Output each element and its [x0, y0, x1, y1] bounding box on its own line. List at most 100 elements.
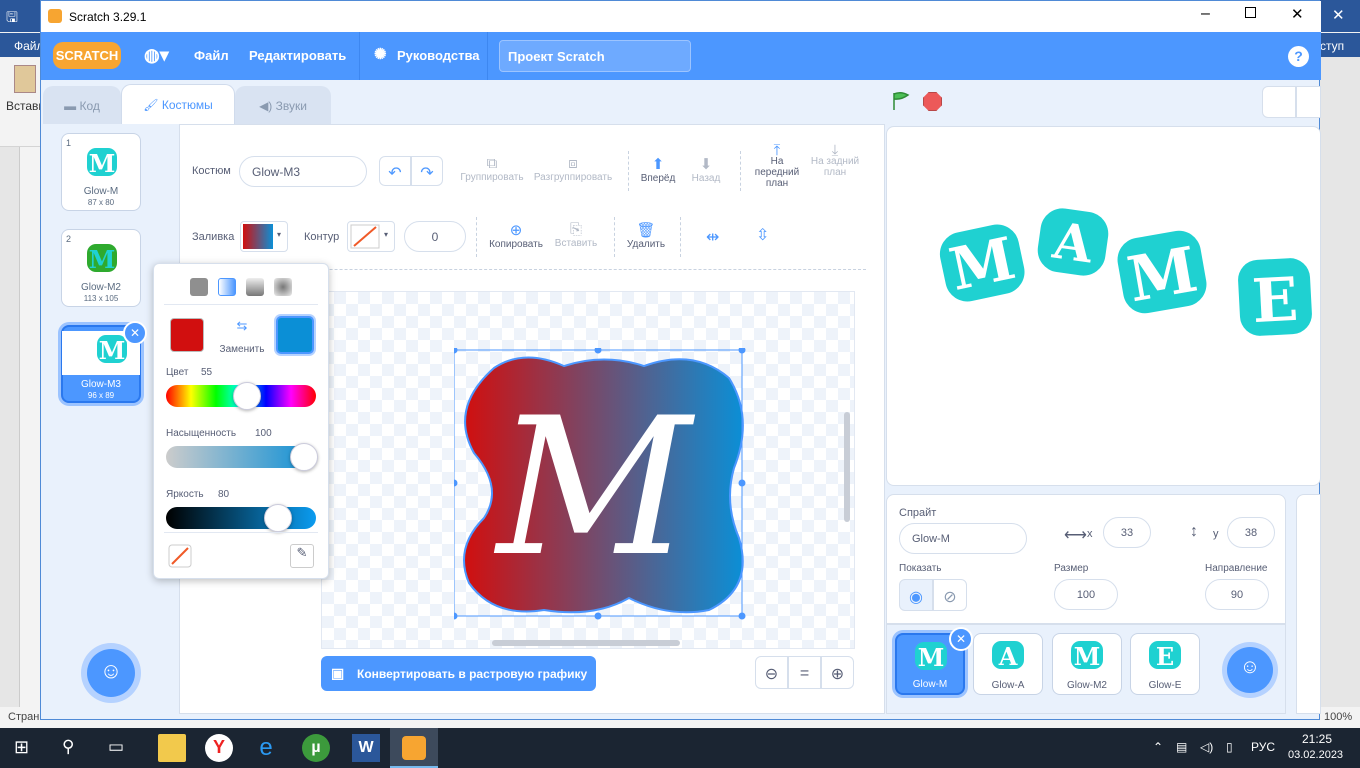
green-flag-icon[interactable] — [891, 91, 911, 111]
delete-sprite-icon[interactable]: ✕ — [949, 627, 973, 651]
battery-icon[interactable]: ▯ — [1226, 740, 1233, 754]
hide-icon[interactable]: ⊘ — [933, 579, 967, 611]
word-zoom[interactable]: 100% — [1324, 711, 1352, 723]
show-visible-icon[interactable]: ◉ — [899, 579, 933, 611]
group-button[interactable]: ⧉ Группировать — [460, 155, 524, 183]
tab-sounds[interactable]: ◀) Звуки — [235, 86, 331, 124]
outline-color-picker[interactable]: ▾ — [347, 221, 395, 252]
stop-icon[interactable] — [923, 92, 942, 111]
yandex-browser-icon[interactable]: Y — [205, 734, 233, 762]
swap-icon[interactable]: ⇆ — [216, 318, 268, 334]
vertical-scrollbar[interactable] — [844, 412, 850, 522]
utorrent-icon[interactable]: µ — [302, 734, 330, 762]
drawing-canvas[interactable]: M — [321, 291, 855, 649]
copy-button[interactable]: ⊕ Копировать — [486, 221, 546, 250]
paste-button[interactable]: ⎘ Вставить — [550, 221, 602, 249]
file-explorer-icon[interactable] — [158, 734, 186, 762]
flip-horizontal-icon[interactable]: ⇹ — [706, 227, 719, 247]
size-input[interactable]: 100 — [1054, 579, 1118, 610]
add-sprite-icon[interactable]: ☺ — [1227, 647, 1273, 693]
costume-item[interactable]: 2 M Glow-M2 113 x 105 — [61, 229, 141, 307]
menu-edit[interactable]: Редактировать — [249, 48, 346, 63]
flip-vertical-icon[interactable]: ⇳ — [756, 225, 769, 245]
help-icon[interactable]: ? — [1288, 46, 1309, 67]
no-fill-icon[interactable] — [168, 544, 192, 568]
lightbulb-icon[interactable]: ✺ — [374, 45, 387, 63]
save-icon[interactable]: 🖫 — [6, 7, 18, 31]
paste-icon[interactable] — [14, 65, 36, 93]
language-indicator[interactable]: РУС — [1251, 740, 1275, 754]
menu-file[interactable]: Файл — [194, 48, 229, 63]
edge-icon[interactable]: e — [252, 734, 280, 762]
sprite-item-selected[interactable]: M Glow-M ✕ — [895, 627, 973, 695]
menu-tutorials[interactable]: Руководства — [397, 48, 480, 63]
y-input[interactable]: 38 — [1227, 517, 1275, 548]
volume-icon[interactable]: ◁) — [1200, 740, 1213, 754]
horizontal-gradient-icon[interactable] — [218, 278, 236, 296]
convert-bitmap-button[interactable]: ▣ Конвертировать в растровую графику — [321, 656, 596, 691]
direction-input[interactable]: 90 — [1205, 579, 1269, 610]
clock-time[interactable]: 21:25 — [1302, 732, 1332, 746]
word-menu-file[interactable]: Файл — [0, 33, 44, 57]
search-icon[interactable]: ⚲ — [62, 737, 74, 757]
task-view-icon[interactable]: ▭ — [108, 737, 124, 757]
zoom-in-icon[interactable]: ⊕ — [821, 656, 854, 689]
radial-gradient-icon[interactable] — [274, 278, 292, 296]
brightness-slider[interactable] — [166, 507, 316, 529]
globe-icon[interactable]: ◍▾ — [144, 45, 169, 66]
gradient-color-1-swatch[interactable] — [170, 318, 204, 352]
costume-name-input[interactable]: Glow-M3 — [239, 156, 367, 187]
tab-code[interactable]: ▬ Код — [43, 86, 121, 124]
project-title-input[interactable]: Проект Scratch — [499, 40, 691, 72]
windows-start-icon[interactable]: ⊞ — [14, 737, 29, 758]
sprite-item[interactable]: E Glow-E — [1130, 633, 1200, 695]
delete-costume-icon[interactable]: ✕ — [123, 321, 147, 345]
add-costume-icon[interactable]: ☺ — [87, 649, 135, 697]
close-icon[interactable]: ✕ — [1332, 6, 1345, 24]
sprite-name-input[interactable]: Glow-M — [899, 523, 1027, 554]
maximize-icon[interactable] — [1245, 7, 1256, 18]
large-stage-button[interactable] — [1296, 86, 1321, 118]
front-button[interactable]: ⤒ На передний план — [752, 143, 802, 189]
clock-date[interactable]: 03.02.2023 — [1288, 749, 1343, 761]
scratch-taskbar-button[interactable] — [390, 728, 438, 768]
costume-artwork[interactable]: M — [454, 348, 754, 628]
forward-button[interactable]: ⬆ Вперёд — [638, 155, 678, 184]
word-menu-access[interactable]: ступ — [1320, 33, 1360, 57]
chevron-up-icon[interactable]: ⌃ — [1153, 740, 1163, 754]
brightness-slider-handle[interactable] — [264, 504, 292, 532]
minimize-icon[interactable]: – — [1201, 5, 1210, 23]
scratch-logo[interactable]: SCRATCH — [53, 42, 121, 69]
delete-button[interactable]: 🗑 Удалить — [624, 221, 668, 250]
window-close-icon[interactable]: ✕ — [1291, 5, 1304, 23]
stage[interactable]: M A M E — [886, 126, 1321, 486]
horizontal-scrollbar[interactable] — [492, 640, 680, 646]
back-button[interactable]: ⤓ На задний план — [810, 143, 860, 178]
costume-item[interactable]: 1 M Glow-M 87 x 80 — [61, 133, 141, 211]
small-stage-button[interactable] — [1262, 86, 1296, 118]
scratch-app-icon — [402, 736, 426, 760]
zoom-reset-button[interactable]: = — [788, 656, 821, 689]
saturation-slider-handle[interactable] — [290, 443, 318, 471]
word-icon[interactable]: W — [352, 734, 380, 762]
backward-button[interactable]: ⬇ Назад — [686, 155, 726, 184]
fill-color-picker[interactable]: ▾ — [240, 221, 288, 252]
ungroup-button[interactable]: ⧈ Разгруппировать — [532, 155, 614, 183]
zoom-out-icon[interactable]: ⊖ — [755, 656, 788, 689]
swap-label[interactable]: Заменить — [216, 344, 268, 355]
tab-costumes[interactable]: 🖌 Костюмы — [121, 84, 235, 124]
gradient-color-2-swatch[interactable] — [276, 316, 314, 354]
x-input[interactable]: 33 — [1103, 517, 1151, 548]
outline-width-input[interactable]: 0 — [404, 221, 466, 252]
undo-icon[interactable]: ↶ — [379, 156, 411, 186]
sprite-item[interactable]: M Glow-M2 — [1052, 633, 1122, 695]
vertical-gradient-icon[interactable] — [246, 278, 264, 296]
sprite-item[interactable]: A Glow-A — [973, 633, 1043, 695]
network-icon[interactable]: ▤ — [1176, 740, 1187, 754]
eyedropper-icon[interactable]: ✎ — [290, 544, 314, 568]
stage-panel[interactable] — [1296, 494, 1321, 714]
costume-item-selected[interactable]: 3 M Glow-M3 96 x 89 ✕ — [61, 321, 147, 403]
solid-fill-icon[interactable] — [190, 278, 208, 296]
redo-icon[interactable]: ↷ — [411, 156, 443, 186]
hue-slider-handle[interactable] — [233, 382, 261, 410]
